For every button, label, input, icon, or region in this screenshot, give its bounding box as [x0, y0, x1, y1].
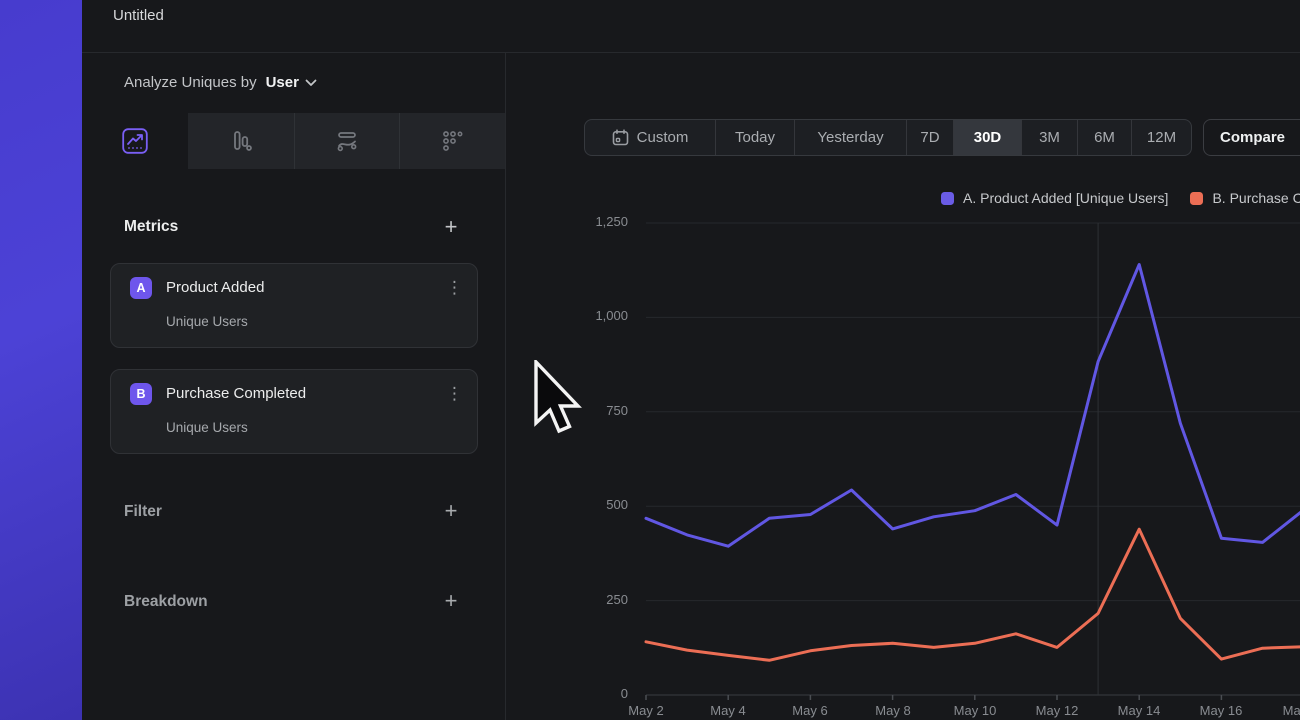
- y-axis-tick: 250: [558, 592, 628, 607]
- tab-line-chart[interactable]: [82, 113, 188, 169]
- sidebar-divider: [505, 53, 506, 720]
- tab-retention-grid[interactable]: [399, 113, 505, 169]
- calendar-icon: [612, 129, 629, 146]
- line-chart-icon: [122, 128, 148, 154]
- y-axis-tick: 500: [558, 497, 628, 512]
- legend-item-b[interactable]: B. Purchase Completed [Unique Users]: [1190, 190, 1300, 206]
- range-yesterday[interactable]: Yesterday: [794, 120, 906, 155]
- range-label: 7D: [920, 129, 939, 146]
- x-axis-tick: May 2: [606, 703, 686, 718]
- add-metric-button[interactable]: +: [439, 216, 463, 240]
- date-range-control: Custom Today Yesterday 7D 30D 3M 6M 12M: [584, 119, 1192, 156]
- range-30d[interactable]: 30D: [953, 120, 1021, 155]
- chart-legend: A. Product Added [Unique Users] B. Purch…: [941, 190, 1300, 206]
- x-axis-tick: May 14: [1099, 703, 1179, 718]
- range-label: Custom: [637, 129, 689, 146]
- compare-button[interactable]: Compare: [1203, 119, 1300, 156]
- range-label: 6M: [1094, 129, 1115, 146]
- metric-menu-icon[interactable]: ⋮: [446, 277, 463, 299]
- analytics-app-window: Untitled Analyze Uniques by User: [0, 0, 1300, 720]
- add-breakdown-button[interactable]: +: [439, 590, 463, 614]
- metric-measure[interactable]: Unique Users: [166, 314, 248, 329]
- y-axis-tick: 0: [558, 686, 628, 701]
- left-accent-strip: [0, 0, 82, 720]
- line-chart-plot[interactable]: [646, 215, 1300, 707]
- x-axis-tick: May 16: [1181, 703, 1261, 718]
- analyze-label: Analyze Uniques by: [124, 74, 257, 91]
- tab-bar-chart[interactable]: [188, 113, 294, 169]
- range-3m[interactable]: 3M: [1021, 120, 1077, 155]
- range-label: 3M: [1039, 129, 1060, 146]
- metric-card-a[interactable]: A Product Added ⋮ Unique Users: [110, 263, 478, 348]
- add-filter-button[interactable]: +: [439, 500, 463, 524]
- x-axis-tick: May 10: [935, 703, 1015, 718]
- metric-name[interactable]: Purchase Completed: [166, 385, 306, 402]
- range-6m[interactable]: 6M: [1077, 120, 1131, 155]
- legend-label: A. Product Added [Unique Users]: [963, 190, 1168, 206]
- x-axis-tick: May 8: [853, 703, 933, 718]
- range-label: Today: [735, 129, 775, 146]
- metric-card-b[interactable]: B Purchase Completed ⋮ Unique Users: [110, 369, 478, 454]
- header-divider: [82, 52, 1300, 53]
- range-label: 30D: [974, 129, 1002, 146]
- metric-badge-b: B: [130, 383, 152, 405]
- x-axis-tick: May 6: [770, 703, 850, 718]
- range-12m[interactable]: 12M: [1131, 120, 1191, 155]
- metrics-section-title: Metrics: [124, 218, 178, 236]
- legend-label: B. Purchase Completed [Unique Users]: [1212, 190, 1300, 206]
- flow-icon: [334, 128, 360, 154]
- metric-menu-icon[interactable]: ⋮: [446, 383, 463, 405]
- bar-chart-icon: [228, 128, 254, 154]
- retention-grid-icon: [440, 128, 466, 154]
- x-axis-tick: May 18: [1264, 703, 1300, 718]
- mouse-cursor: [533, 360, 583, 436]
- analyze-uniques-row: Analyze Uniques by User: [124, 74, 317, 91]
- range-label: 12M: [1147, 129, 1176, 146]
- metric-badge-a: A: [130, 277, 152, 299]
- legend-swatch-a: [941, 192, 954, 205]
- y-axis-tick: 1,250: [558, 214, 628, 229]
- y-axis-tick: 1,000: [558, 308, 628, 323]
- breakdown-section-title: Breakdown: [124, 593, 208, 611]
- legend-item-a[interactable]: A. Product Added [Unique Users]: [941, 190, 1168, 206]
- x-axis-tick: May 4: [688, 703, 768, 718]
- metric-measure[interactable]: Unique Users: [166, 420, 248, 435]
- report-title[interactable]: Untitled: [113, 7, 164, 24]
- range-7d[interactable]: 7D: [906, 120, 953, 155]
- metric-name[interactable]: Product Added: [166, 279, 264, 296]
- tab-flow[interactable]: [294, 113, 400, 169]
- range-label: Yesterday: [817, 129, 883, 146]
- legend-swatch-b: [1190, 192, 1203, 205]
- chevron-down-icon[interactable]: [305, 79, 317, 87]
- range-today[interactable]: Today: [715, 120, 794, 155]
- x-axis-tick: May 12: [1017, 703, 1097, 718]
- analyze-unit-dropdown[interactable]: User: [266, 74, 299, 91]
- chart-type-tabs: [82, 113, 505, 169]
- range-custom[interactable]: Custom: [585, 120, 715, 155]
- filter-section-title: Filter: [124, 503, 162, 521]
